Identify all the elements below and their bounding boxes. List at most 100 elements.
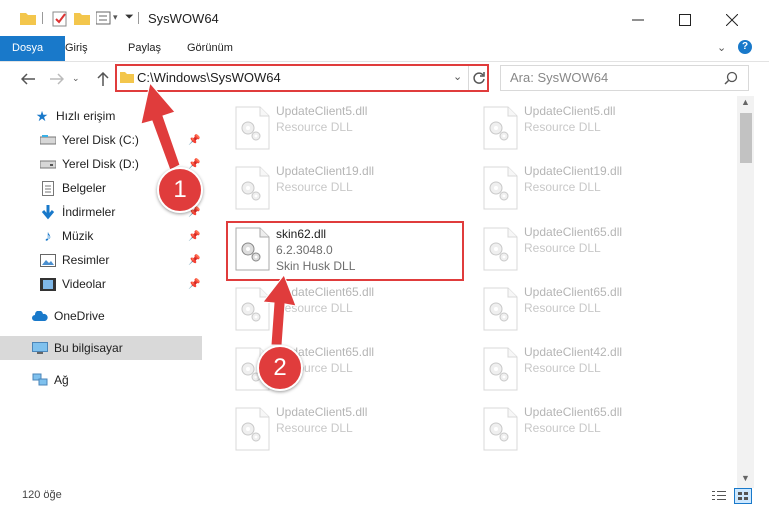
properties-icon[interactable]: [52, 11, 68, 27]
view-options-icon[interactable]: [95, 11, 112, 25]
sidebar-item-disk-d[interactable]: Yerel Disk (D:) 📌: [0, 152, 245, 176]
file-type: Resource DLL: [524, 301, 601, 315]
sidebar-item-disk-c[interactable]: Yerel Disk (C:) 📌: [0, 128, 245, 152]
sidebar-item-label: Hızlı erişim: [56, 109, 116, 123]
sidebar-item-label: Ağ: [54, 373, 69, 387]
file-name: UpdateClient5.dll: [276, 405, 368, 419]
dll-file-icon: [232, 166, 272, 210]
recent-locations-icon[interactable]: ⌄: [72, 73, 80, 84]
file-item[interactable]: UpdateClient42.dll Resource DLL: [474, 341, 704, 397]
pin-icon[interactable]: 📌: [188, 159, 200, 170]
sidebar-item-downloads[interactable]: İndirmeler 📌: [0, 200, 245, 224]
file-name: UpdateClient19.dll: [524, 164, 623, 178]
tiles-view-icon[interactable]: [734, 488, 752, 504]
dll-file-icon: [232, 407, 272, 451]
file-name: UpdateClient65.dll: [524, 285, 623, 299]
sidebar-item-music[interactable]: ♪ Müzik 📌: [0, 224, 245, 248]
dll-file-icon: [480, 227, 520, 271]
pin-icon[interactable]: 📌: [188, 255, 200, 266]
file-item[interactable]: UpdateClient65.dll Resource DLL: [474, 401, 704, 457]
computer-icon: [32, 340, 48, 356]
sidebar-item-documents[interactable]: Belgeler 📌: [0, 176, 245, 200]
expand-ribbon-icon[interactable]: ⌄: [717, 41, 726, 54]
help-icon[interactable]: ?: [738, 40, 752, 54]
sidebar-item-pictures[interactable]: Resimler 📌: [0, 248, 245, 272]
drive-icon: [40, 156, 56, 172]
file-name: UpdateClient65.dll: [524, 405, 623, 419]
tab-view[interactable]: Görünüm: [175, 36, 245, 61]
file-item[interactable]: UpdateClient19.dll Resource DLL: [226, 160, 456, 216]
sidebar-item-label: Belgeler: [62, 181, 107, 195]
forward-icon[interactable]: [46, 68, 68, 90]
sidebar-item-videos[interactable]: Videolar 📌: [0, 272, 245, 296]
maximize-icon[interactable]: [667, 6, 703, 34]
dll-file-icon: [480, 166, 520, 210]
file-item[interactable]: UpdateClient5.dll Resource DLL: [474, 100, 704, 156]
dll-file-icon: [232, 106, 272, 150]
scroll-up-icon[interactable]: ▲: [741, 97, 750, 107]
sidebar-item-quick-access[interactable]: ★ Hızlı erişim: [0, 104, 239, 128]
sidebar-item-network[interactable]: Ağ: [0, 368, 237, 392]
cloud-icon: [32, 308, 48, 324]
tab-share[interactable]: Paylaş: [116, 36, 173, 61]
file-type: Resource DLL: [524, 361, 601, 375]
drive-icon: [40, 132, 56, 148]
customize-toolbar-icon[interactable]: ⏷: [125, 11, 134, 24]
dll-file-icon: [480, 106, 520, 150]
file-name: UpdateClient5.dll: [524, 104, 616, 118]
minimize-icon[interactable]: [620, 6, 656, 34]
sidebar-item-this-pc[interactable]: Bu bilgisayar: [0, 336, 202, 360]
documents-icon: [40, 180, 56, 196]
videos-icon: [40, 276, 56, 292]
pin-icon[interactable]: 📌: [188, 135, 200, 146]
chevron-down-icon[interactable]: ▾: [113, 12, 118, 23]
file-item[interactable]: UpdateClient65.dll Resource DLL: [474, 281, 704, 337]
window-title: SysWOW64: [148, 11, 219, 26]
star-icon: ★: [35, 107, 49, 124]
search-placeholder: Ara: SysWOW64: [510, 70, 609, 85]
dll-file-icon: [480, 287, 520, 331]
sidebar-item-label: Müzik: [62, 229, 94, 243]
details-view-icon[interactable]: [712, 490, 726, 504]
divider: [138, 12, 139, 24]
sidebar-item-label: Resimler: [62, 253, 110, 267]
scroll-thumb[interactable]: [740, 113, 752, 163]
file-item[interactable]: UpdateClient5.dll Resource DLL: [226, 100, 456, 156]
file-name: UpdateClient65.dll: [276, 285, 375, 299]
sidebar-item-label: İndirmeler: [62, 205, 116, 219]
tab-home[interactable]: Giriş: [53, 36, 100, 61]
music-icon: ♪: [44, 227, 52, 245]
download-icon: [40, 204, 56, 220]
pin-icon[interactable]: 📌: [188, 231, 200, 242]
file-type: Resource DLL: [276, 421, 353, 435]
close-icon[interactable]: [714, 6, 750, 34]
sidebar-item-label: Yerel Disk (C:): [62, 133, 139, 147]
file-type: Resource DLL: [276, 120, 353, 134]
scroll-down-icon[interactable]: ▼: [741, 473, 750, 483]
sidebar-item-label: Yerel Disk (D:): [62, 157, 139, 171]
sidebar-item-label: OneDrive: [54, 309, 105, 323]
file-item[interactable]: UpdateClient19.dll Resource DLL: [474, 160, 704, 216]
sidebar-item-label: Bu bilgisayar: [54, 341, 123, 355]
dll-file-icon: [480, 407, 520, 451]
divider: [42, 12, 43, 24]
up-icon[interactable]: [92, 68, 114, 90]
file-item[interactable]: UpdateClient5.dll Resource DLL: [226, 401, 456, 457]
folder-icon: [20, 11, 36, 25]
file-type: Resource DLL: [524, 421, 601, 435]
highlight-file: [226, 221, 464, 281]
file-name: UpdateClient5.dll: [276, 104, 368, 118]
step-1-badge: 1: [157, 167, 203, 213]
back-icon[interactable]: [17, 68, 39, 90]
network-icon: [32, 372, 48, 388]
sidebar-item-onedrive[interactable]: OneDrive: [0, 304, 237, 328]
item-count: 120 öğe: [22, 489, 62, 501]
pin-icon[interactable]: 📌: [188, 279, 200, 290]
sidebar-item-label: Videolar: [62, 277, 106, 291]
new-folder-icon[interactable]: [74, 11, 90, 25]
dll-file-icon: [480, 347, 520, 391]
search-icon[interactable]: [724, 71, 738, 88]
file-item[interactable]: UpdateClient65.dll Resource DLL: [226, 281, 456, 337]
file-type: Resource DLL: [524, 120, 601, 134]
file-item[interactable]: UpdateClient65.dll Resource DLL: [474, 221, 704, 277]
